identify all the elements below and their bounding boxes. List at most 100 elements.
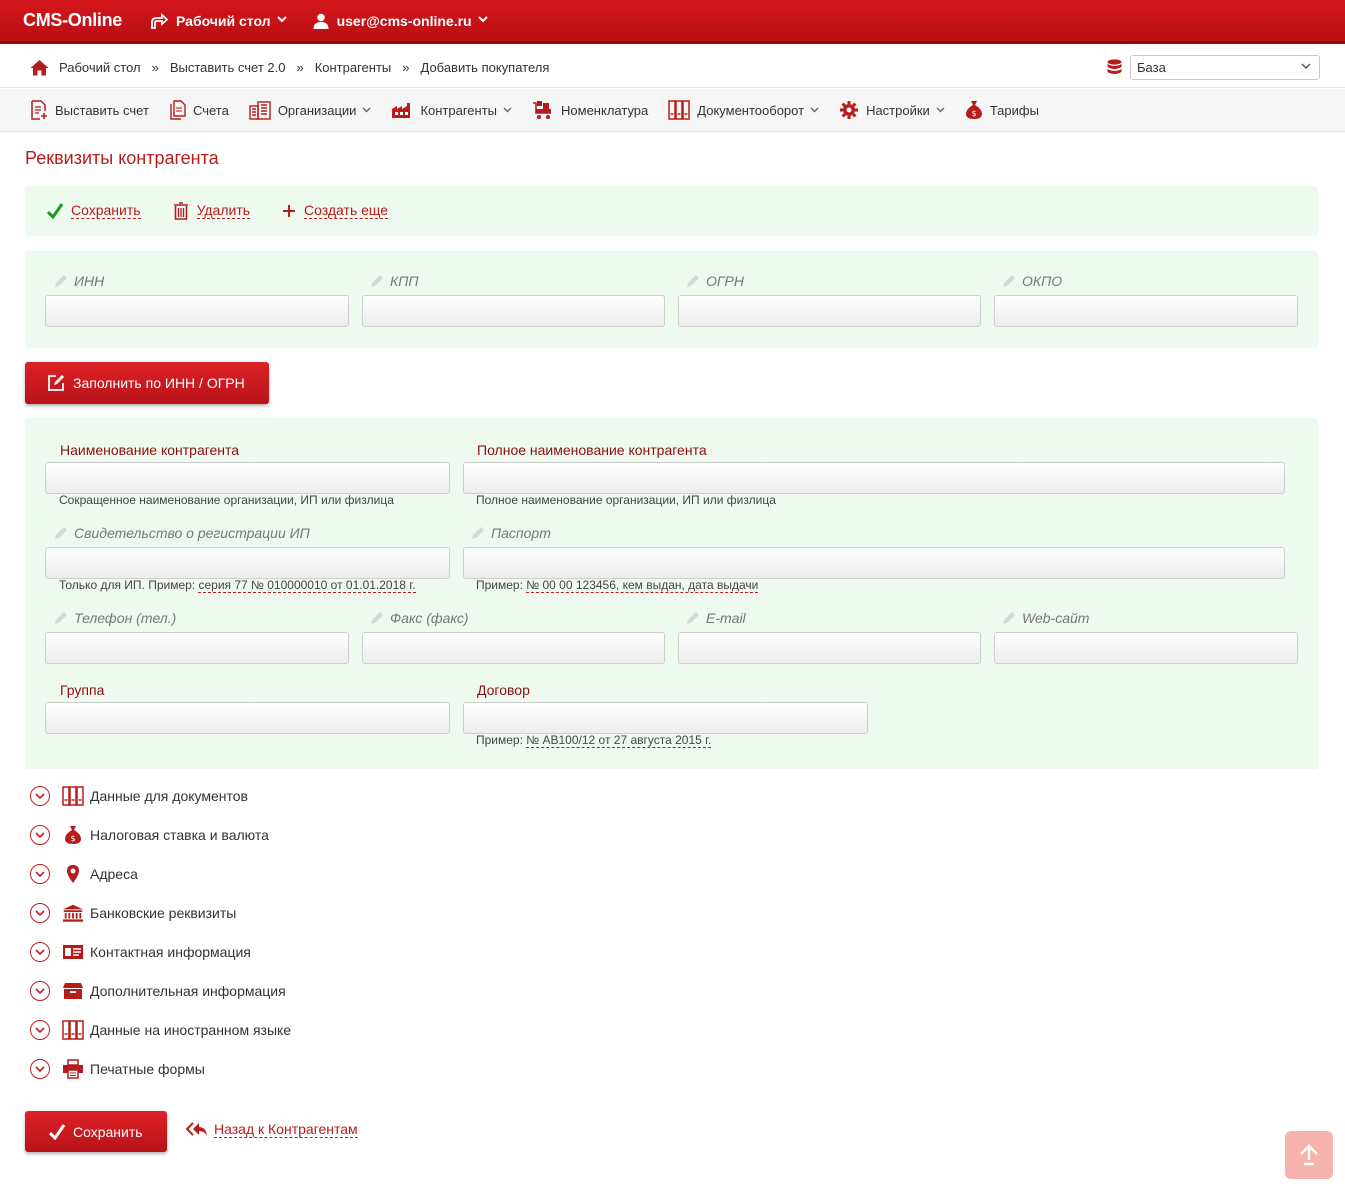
building-icon bbox=[249, 100, 271, 120]
breadcrumb-current: Добавить покупателя bbox=[420, 59, 550, 75]
section-label: Данные для документов bbox=[90, 788, 248, 804]
menu-item-settings[interactable]: Настройки bbox=[839, 100, 945, 120]
svg-text:$: $ bbox=[70, 834, 75, 843]
scroll-to-top-button[interactable] bbox=[1285, 1131, 1333, 1179]
fill-by-inn-button[interactable]: Заполнить по ИНН / ОГРН bbox=[25, 362, 269, 404]
menu-item-counterparties[interactable]: Контрагенты bbox=[391, 101, 512, 119]
chevron-down-icon bbox=[362, 105, 371, 115]
home-icon[interactable] bbox=[30, 59, 49, 76]
breadcrumb-item[interactable]: Рабочий стол bbox=[59, 60, 141, 75]
contact-card-icon bbox=[62, 944, 84, 960]
menu-item-nomenclature[interactable]: Номенклатура bbox=[532, 100, 648, 120]
section-label: Печатные формы bbox=[90, 1061, 205, 1077]
passport-hint: Пример: № 00 00 123456, кем выдан, дата … bbox=[476, 578, 759, 593]
menu-item-workflow[interactable]: Документооборот bbox=[668, 100, 819, 120]
save-button-label: Сохранить bbox=[73, 1123, 143, 1140]
reply-all-icon bbox=[186, 1122, 208, 1138]
save-action[interactable]: Сохранить bbox=[47, 203, 141, 219]
chevron-down-icon[interactable] bbox=[30, 825, 50, 845]
database-select[interactable]: База bbox=[1130, 55, 1320, 80]
section-print-forms[interactable]: Печатные формы bbox=[30, 1056, 205, 1082]
breadcrumb-item[interactable]: Выставить счет 2.0 bbox=[170, 60, 286, 75]
money-bag-icon: $ bbox=[965, 100, 983, 120]
svg-text:$: $ bbox=[971, 109, 976, 118]
user-menu[interactable]: user@cms-online.ru bbox=[313, 13, 488, 29]
chevron-down-icon bbox=[810, 105, 819, 115]
pencil-icon bbox=[54, 526, 68, 543]
menu-item-label: Выставить счет bbox=[55, 102, 149, 118]
fullname-label: Полное наименование контрагента bbox=[477, 442, 707, 458]
database-icon bbox=[1107, 58, 1122, 77]
email-input[interactable] bbox=[678, 632, 981, 664]
menu-item-organizations[interactable]: Организации bbox=[249, 100, 372, 120]
chevron-down-icon[interactable] bbox=[30, 942, 50, 962]
ogrn-input[interactable] bbox=[678, 295, 981, 327]
section-addresses[interactable]: Адреса bbox=[30, 861, 138, 887]
phone-input[interactable] bbox=[45, 632, 349, 664]
cert-label: Свидетельство о регистрации ИП bbox=[54, 525, 310, 543]
chevron-down-icon[interactable] bbox=[30, 981, 50, 1001]
create-more-action[interactable]: Создать еще bbox=[282, 202, 389, 219]
web-label: Web-сайт bbox=[1002, 610, 1089, 628]
contract-example-link[interactable]: № АВ100/12 от 27 августа 2015 г. bbox=[526, 733, 712, 748]
section-documents-data[interactable]: Данные для документов bbox=[30, 783, 248, 809]
save-action-label: Сохранить bbox=[71, 202, 141, 219]
share-arrow-icon bbox=[150, 12, 168, 29]
invoice-icon bbox=[30, 100, 48, 120]
bank-icon bbox=[62, 903, 84, 923]
section-bank-details[interactable]: Банковские реквизиты bbox=[30, 900, 236, 926]
desktop-menu[interactable]: Рабочий стол bbox=[150, 12, 287, 29]
breadcrumb: Рабочий стол » Выставить счет 2.0 » Конт… bbox=[0, 47, 1345, 88]
cert-example-link[interactable]: серия 77 № 010000010 от 01.01.2018 г. bbox=[198, 578, 416, 593]
binders-icon bbox=[62, 1020, 84, 1040]
section-label: Контактная информация bbox=[90, 944, 251, 960]
menu-item-tariffs[interactable]: $ Тарифы bbox=[965, 100, 1039, 120]
breadcrumb-item[interactable]: Контрагенты bbox=[315, 60, 392, 75]
passport-example-link[interactable]: № 00 00 123456, кем выдан, дата выдачи bbox=[526, 578, 759, 593]
section-foreign-language[interactable]: Данные на иностранном языке bbox=[30, 1017, 291, 1043]
menu-item-label: Контрагенты bbox=[420, 102, 498, 118]
menu-item-label: Номенклатура bbox=[561, 102, 649, 118]
passport-input[interactable] bbox=[463, 547, 1285, 579]
brand-logo[interactable]: CMS-Online bbox=[23, 10, 122, 31]
chevron-down-icon[interactable] bbox=[30, 786, 50, 806]
pencil-icon bbox=[686, 611, 700, 628]
checkmark-icon bbox=[49, 1123, 65, 1140]
name-label: Наименование контрагента bbox=[60, 442, 240, 458]
pencil-icon bbox=[1002, 611, 1016, 628]
back-to-counterparties-link[interactable]: Назад к Контрагентам bbox=[186, 1122, 358, 1138]
section-contact-info[interactable]: Контактная информация bbox=[30, 939, 251, 965]
contract-label: Договор bbox=[477, 682, 530, 698]
fill-by-inn-label: Заполнить по ИНН / ОГРН bbox=[73, 375, 245, 391]
factory-icon bbox=[391, 101, 413, 119]
user-icon bbox=[313, 13, 329, 29]
chevron-down-icon[interactable] bbox=[30, 1059, 50, 1079]
kpp-label: КПП bbox=[370, 273, 419, 291]
chevron-down-icon[interactable] bbox=[30, 864, 50, 884]
actions-panel: Сохранить Удалить Создать еще bbox=[25, 186, 1318, 236]
chevron-down-icon[interactable] bbox=[30, 903, 50, 923]
section-additional-info[interactable]: Дополнительная информация bbox=[30, 978, 286, 1004]
name-input[interactable] bbox=[45, 462, 450, 494]
chevron-down-icon[interactable] bbox=[30, 1020, 50, 1040]
section-tax-currency[interactable]: $ Налоговая ставка и валюта bbox=[30, 822, 269, 848]
save-button[interactable]: Сохранить bbox=[25, 1111, 167, 1152]
pencil-icon bbox=[54, 611, 68, 628]
inn-label: ИНН bbox=[54, 273, 104, 291]
fullname-input[interactable] bbox=[463, 462, 1285, 494]
okpo-input[interactable] bbox=[994, 295, 1298, 327]
create-more-action-label: Создать еще bbox=[304, 202, 389, 219]
contract-input[interactable] bbox=[463, 702, 868, 734]
delete-action[interactable]: Удалить bbox=[173, 202, 251, 220]
group-input[interactable] bbox=[45, 702, 450, 734]
menu-item-invoice[interactable]: Выставить счет bbox=[30, 100, 149, 120]
kpp-input[interactable] bbox=[362, 295, 665, 327]
fax-input[interactable] bbox=[362, 632, 665, 664]
menu-item-invoices[interactable]: Счета bbox=[169, 100, 229, 120]
cert-input[interactable] bbox=[45, 547, 450, 579]
inn-input[interactable] bbox=[45, 295, 349, 327]
chevron-down-icon bbox=[1301, 62, 1311, 73]
gear-icon bbox=[839, 100, 859, 120]
web-input[interactable] bbox=[994, 632, 1298, 664]
database-select-value: База bbox=[1137, 60, 1166, 75]
